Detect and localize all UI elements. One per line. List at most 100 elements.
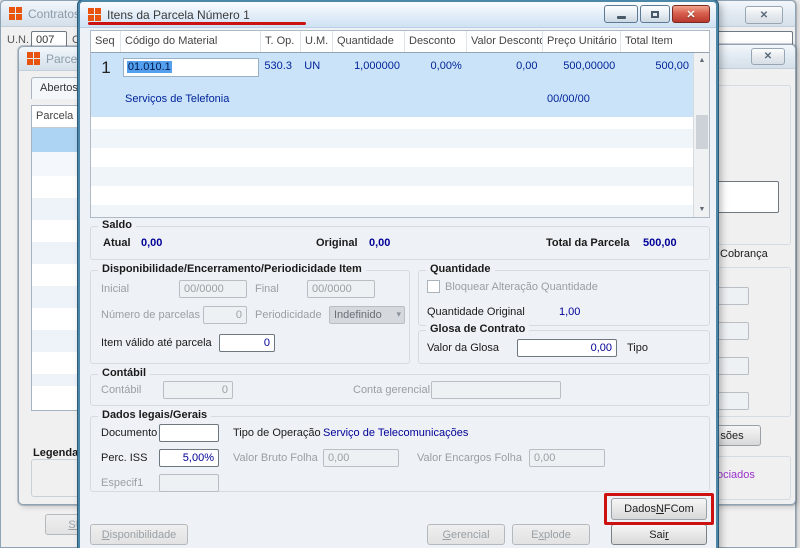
contratos-close-button[interactable]: ✕ bbox=[745, 6, 783, 24]
col-header-um: U.M. bbox=[301, 31, 333, 52]
especif1-field bbox=[159, 474, 219, 492]
inicial-field: 00/0000 bbox=[179, 280, 247, 298]
cell-descricao: Serviços de Telefonia bbox=[125, 93, 230, 105]
cell-preco-unitario: 500,00000 bbox=[563, 60, 616, 72]
periodicidade-dropdown: Indefinido ▾ bbox=[329, 306, 405, 324]
app-icon bbox=[88, 8, 101, 21]
contabil-groupbox: Contábil Contábil 0 Conta gerencial bbox=[90, 367, 710, 406]
scrollbar-thumb[interactable] bbox=[696, 115, 708, 149]
label-part: r bbox=[665, 528, 669, 541]
final-label: Final bbox=[255, 283, 279, 295]
perc-iss-field[interactable]: 5,00% bbox=[159, 449, 219, 467]
table-row[interactable]: 1 01.010.1 530.3 UN 1,000000 0,00% 0,00 … bbox=[91, 53, 693, 117]
disponibilidade-groupbox: Disponibilidade/Encerramento/Periodicida… bbox=[90, 263, 410, 364]
documento-label: Documento bbox=[101, 427, 158, 439]
cobranca-label: Cobrança bbox=[720, 248, 768, 260]
cell-data: 00/00/00 bbox=[547, 93, 590, 105]
original-value: 0,00 bbox=[369, 237, 391, 249]
especif1-label: Especif1 bbox=[101, 477, 144, 489]
close-icon: ✕ bbox=[763, 51, 773, 62]
col-header-quantidade: Quantidade bbox=[333, 31, 405, 52]
label-part: Sai bbox=[649, 528, 666, 541]
label-part: D bbox=[101, 528, 110, 541]
dados-legais-title: Dados legais/Gerais bbox=[98, 409, 212, 421]
cell-um: UN bbox=[304, 60, 321, 72]
total-parcela-value: 500,00 bbox=[643, 237, 677, 249]
bloquear-label: Bloquear Alteração Quantidade bbox=[445, 281, 598, 293]
close-icon: ✕ bbox=[759, 9, 769, 21]
quantidade-groupbox: Quantidade Bloquear Alteração Quantidade… bbox=[418, 263, 710, 326]
chevron-down-icon: ▾ bbox=[396, 309, 401, 319]
table-scrollbar[interactable]: ▲ ▼ bbox=[693, 53, 709, 217]
valor-bruto-field: 0,00 bbox=[323, 449, 399, 467]
maximize-button[interactable] bbox=[640, 5, 670, 23]
ociados-link[interactable]: ociados bbox=[717, 469, 755, 481]
glosa-groupbox: Glosa de Contrato Valor da Glosa 0,00 Ti… bbox=[418, 323, 710, 364]
label-part: isponibilidade bbox=[109, 528, 177, 541]
tipo-label: Tipo bbox=[627, 342, 648, 354]
right-window-close-button[interactable]: ✕ bbox=[751, 48, 785, 65]
documento-field[interactable] bbox=[159, 424, 219, 442]
label-part: E bbox=[531, 528, 539, 541]
atual-value: 0,00 bbox=[141, 237, 163, 249]
valor-glosa-field[interactable]: 0,00 bbox=[517, 339, 617, 357]
saldo-groupbox: Saldo Atual 0,00 Original 0,00 Total da … bbox=[90, 219, 710, 260]
contratos-title: Contratos bbox=[28, 6, 81, 21]
close-button[interactable]: ✕ bbox=[672, 5, 710, 23]
col-header-preco-unitario: Preço Unitário bbox=[543, 31, 621, 52]
scroll-down-icon[interactable]: ▼ bbox=[695, 202, 709, 217]
sair-button[interactable]: Sai r bbox=[611, 524, 707, 545]
tipo-operacao-value: Serviço de Telecomunicações bbox=[323, 427, 469, 439]
glosa-title: Glosa de Contrato bbox=[426, 323, 530, 335]
annotation-underline bbox=[88, 22, 306, 25]
tab-abertos[interactable]: Abertos bbox=[31, 77, 81, 99]
dados-legais-groupbox: Dados legais/Gerais Documento Tipo de Op… bbox=[90, 409, 710, 492]
cell-codigo[interactable]: 01.010.1 bbox=[121, 56, 260, 80]
col-header-desconto: Desconto bbox=[405, 31, 467, 52]
contabil-label: Contábil bbox=[101, 384, 142, 396]
cell-valor-desconto: 0,00 bbox=[516, 60, 538, 72]
quantidade-original-value: 1,00 bbox=[559, 306, 581, 318]
valor-glosa-label: Valor da Glosa bbox=[427, 342, 499, 354]
cell-quantidade: 1,000000 bbox=[354, 60, 400, 72]
gerencial-button[interactable]: Gerencial bbox=[427, 524, 505, 545]
periodicidade-label: Periodicidade bbox=[255, 309, 322, 321]
minimize-button[interactable] bbox=[604, 5, 638, 23]
explode-button[interactable]: Ex plode bbox=[512, 524, 590, 545]
disponibilidade-title: Disponibilidade/Encerramento/Periodicida… bbox=[98, 263, 366, 275]
tab-label: Abertos bbox=[40, 82, 78, 94]
scroll-up-icon[interactable]: ▲ bbox=[695, 53, 709, 68]
label-part: erencial bbox=[451, 528, 490, 541]
maximize-icon bbox=[651, 10, 659, 18]
desktop: Contratos ✕ U.N. 007 C SU ✕ Cobrança sõe… bbox=[0, 0, 800, 548]
valor-encargos-label: Valor Encargos Folha bbox=[417, 452, 522, 464]
inicial-label: Inicial bbox=[101, 283, 130, 295]
items-table-body: 1 01.010.1 530.3 UN 1,000000 0,00% 0,00 … bbox=[91, 53, 693, 217]
col-header-t-op: T. Op. bbox=[261, 31, 301, 52]
contabil-title: Contábil bbox=[98, 367, 150, 379]
quantidade-title: Quantidade bbox=[426, 263, 495, 275]
app-icon bbox=[9, 7, 22, 20]
itens-parcela-dialog: Itens da Parcela Número 1 ✕ Seq Código d… bbox=[78, 0, 718, 548]
saldo-title: Saldo bbox=[98, 219, 136, 231]
cell-desconto: 0,00% bbox=[430, 60, 462, 72]
cell-seq: 1 bbox=[101, 58, 111, 77]
app-icon bbox=[27, 52, 40, 65]
quantidade-original-label: Quantidade Original bbox=[427, 306, 525, 318]
label-part: sões bbox=[720, 429, 744, 442]
items-table-header: Seq Código do Material T. Op. U.M. Quant… bbox=[91, 31, 709, 53]
right-window-field[interactable] bbox=[711, 181, 779, 213]
item-valido-field[interactable]: 0 bbox=[219, 334, 275, 352]
un-label: U.N. bbox=[7, 34, 29, 46]
perc-iss-label: Perc. ISS bbox=[101, 452, 148, 464]
codigo-selected-text: 01.010.1 bbox=[126, 61, 172, 73]
right-window-groupbox bbox=[707, 85, 791, 245]
final-field: 00/0000 bbox=[307, 280, 375, 298]
disponibilidade-button[interactable]: Disponibilidade bbox=[90, 524, 188, 545]
col-header-codigo: Código do Material bbox=[121, 31, 261, 52]
dropdown-value: Indefinido bbox=[334, 309, 382, 321]
close-icon: ✕ bbox=[686, 8, 696, 21]
cell-t-op: 530.3 bbox=[264, 60, 292, 72]
col-header-total-item: Total Item bbox=[625, 35, 673, 47]
valor-bruto-label: Valor Bruto Folha bbox=[233, 452, 318, 464]
